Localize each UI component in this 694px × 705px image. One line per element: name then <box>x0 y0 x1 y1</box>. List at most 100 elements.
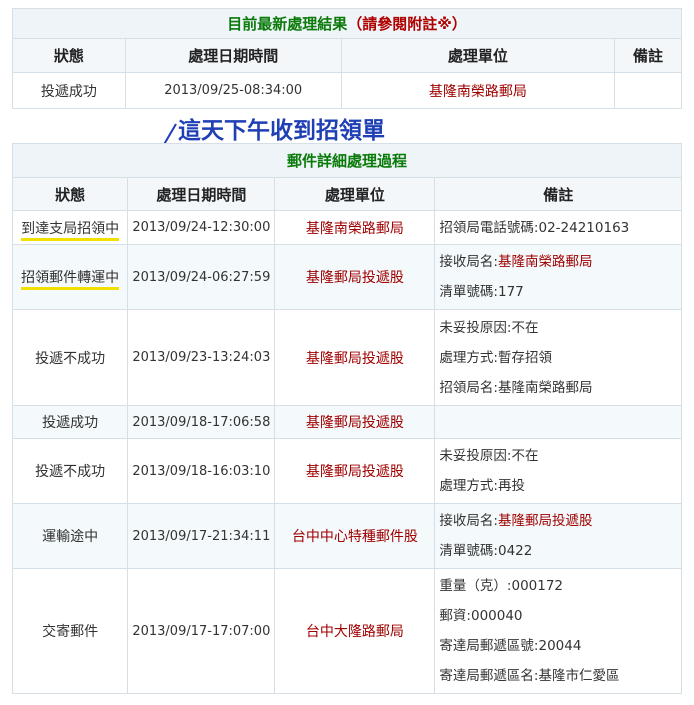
table-row: 交寄郵件 2013/09/17-17:07:00 台中大隆路郵局 重量（克）:0001… <box>11 568 682 694</box>
table-row: 到達支局招領中 2013/09/24-12:30:00 基隆南榮路郵局 招領局電話號碼… <box>11 210 682 245</box>
row-datetime: 2013/09/24-12:30:00 <box>127 210 276 245</box>
table-row: 投遞成功 2013/09/18-17:06:58 基隆郵局投遞股 <box>11 405 682 439</box>
remark-label: 郵資: <box>439 608 471 624</box>
remark-value: 177 <box>497 284 524 300</box>
row-unit: 基隆郵局投遞股 <box>274 405 436 439</box>
annotation-text: 這天下午收到招領單 <box>178 118 385 144</box>
remark-line: 未妥投原因:不在 <box>439 313 677 343</box>
row-remark: 接收局名:基隆南榮路郵局 清單號碼:177 <box>434 244 682 310</box>
remark-label: 未妥投原因: <box>439 448 512 464</box>
row-datetime: 2013/09/18-17:06:58 <box>127 405 276 439</box>
remark-value: 基隆南榮路郵局 <box>497 254 593 270</box>
latest-unit: 基隆南榮路郵局 <box>340 72 616 109</box>
row-unit: 基隆郵局投遞股 <box>274 438 436 504</box>
remark-label: 招領局電話號碼: <box>439 219 539 236</box>
row-unit: 基隆郵局投遞股 <box>274 309 436 406</box>
latest-note-link[interactable]: （請參閱附註※） <box>347 15 467 33</box>
remark-value: 0422 <box>497 543 533 559</box>
status-text: 運輸途中 <box>42 529 99 545</box>
row-datetime: 2013/09/17-21:34:11 <box>127 503 276 569</box>
remark-line: 未妥投原因:不在 <box>439 441 677 471</box>
detail-section-title: 郵件詳細處理過程 <box>12 143 682 178</box>
row-remark: 招領局電話號碼:02-24210163 <box>434 210 682 245</box>
remark-value: 基隆南榮路郵局 <box>497 379 593 396</box>
col-header-status: 狀態 <box>12 38 126 73</box>
latest-status: 投遞成功 <box>12 72 126 109</box>
latest-section-header: 目前最新處理結果（請參閱附註※） <box>12 8 682 39</box>
remark-line: 招領局電話號碼:02-24210163 <box>439 213 677 243</box>
col-header-remark: 備註 <box>434 177 682 211</box>
row-datetime: 2013/09/18-16:03:10 <box>127 438 276 504</box>
col-header-remark: 備註 <box>614 38 682 73</box>
col-header-unit: 處理單位 <box>340 38 616 73</box>
remark-line: 寄達局郵遞區名:基隆市仁愛區 <box>439 661 677 691</box>
table-row: 招領郵件轉運中 2013/09/24-06:27:59 基隆郵局投遞股 接收局名:基隆… <box>11 244 682 310</box>
row-remark: 未妥投原因:不在 處理方式:再投 <box>434 438 682 504</box>
remark-label: 重量（克）: <box>439 578 512 594</box>
col-header-datetime: 處理日期時間 <box>127 177 276 211</box>
table-row: 運輸途中 2013/09/17-21:34:11 台中中心特種郵件股 接收局名:基隆郵… <box>11 503 682 569</box>
remark-value: 000172 <box>511 578 564 594</box>
row-status: 投遞不成功 <box>11 438 129 504</box>
row-datetime: 2013/09/24-06:27:59 <box>127 244 276 310</box>
row-status: 運輸途中 <box>11 503 129 569</box>
status-text: 到達支局招領中 <box>21 220 120 241</box>
latest-section-title: 目前最新處理結果（請參閱附註※） <box>12 8 682 39</box>
latest-title-text: 目前最新處理結果 <box>227 15 348 33</box>
detail-process-table: 郵件詳細處理過程 狀態 處理日期時間 處理單位 備註 到達支局招領中 2013/0… <box>11 143 682 694</box>
status-text: 招領郵件轉運中 <box>21 270 120 290</box>
row-remark: 未妥投原因:不在 處理方式:暫存招領 招領局名:基隆南榮路郵局 <box>434 309 682 406</box>
detail-column-headers: 狀態 處理日期時間 處理單位 備註 <box>11 177 682 211</box>
remark-label: 招領局名: <box>439 379 498 396</box>
remark-label: 寄達局郵遞區名: <box>439 668 539 684</box>
remark-label: 處理方式: <box>439 478 498 494</box>
remark-value: 基隆郵局投遞股 <box>497 513 593 529</box>
detail-rows: 到達支局招領中 2013/09/24-12:30:00 基隆南榮路郵局 招領局電話號碼… <box>11 210 682 694</box>
remark-value: 000040 <box>470 608 523 624</box>
remark-label: 未妥投原因: <box>439 319 512 336</box>
remark-line: 接收局名:基隆南榮路郵局 <box>439 247 677 277</box>
remark-line: 郵資:000040 <box>439 601 677 631</box>
row-unit: 基隆南榮路郵局 <box>274 210 436 245</box>
remark-label: 接收局名: <box>439 254 498 270</box>
detail-section-header: 郵件詳細處理過程 <box>12 143 682 178</box>
row-unit: 台中中心特種郵件股 <box>274 503 436 569</box>
remark-value: 再投 <box>497 478 525 494</box>
row-status: 投遞不成功 <box>11 309 129 406</box>
remark-value: 20044 <box>538 638 582 654</box>
remark-line: 處理方式:再投 <box>439 471 677 501</box>
row-unit: 基隆郵局投遞股 <box>274 244 436 310</box>
remark-label: 接收局名: <box>439 513 498 529</box>
row-status: 招領郵件轉運中 <box>11 244 129 310</box>
row-remark: 接收局名:基隆郵局投遞股 清單號碼:0422 <box>434 503 682 569</box>
latest-remark <box>614 72 682 109</box>
row-unit: 台中大隆路郵局 <box>274 568 436 694</box>
remark-label: 處理方式: <box>439 349 498 366</box>
row-remark <box>434 405 682 439</box>
remark-line: 招領局名:基隆南榮路郵局 <box>439 373 677 403</box>
latest-column-headers: 狀態 處理日期時間 處理單位 備註 <box>12 38 682 73</box>
remark-value: 暫存招領 <box>497 349 552 366</box>
row-remark: 重量（克）:000172 郵資:000040 寄達局郵遞區號:20044 寄達局郵遞區… <box>434 568 682 694</box>
row-status: 投遞成功 <box>11 405 129 439</box>
remark-line: 重量（克）:000172 <box>439 571 677 601</box>
table-row: 投遞不成功 2013/09/23-13:24:03 基隆郵局投遞股 未妥投原因:不在處… <box>11 309 682 406</box>
status-text: 交寄郵件 <box>42 624 99 640</box>
col-header-status: 狀態 <box>11 177 129 211</box>
latest-row: 投遞成功 2013/09/25-08:34:00 基隆南榮路郵局 <box>12 72 682 109</box>
latest-result-table: 目前最新處理結果（請參閱附註※） 狀態 處理日期時間 處理單位 備註 投遞成功 … <box>12 8 682 109</box>
remark-value: 基隆市仁愛區 <box>538 668 620 684</box>
row-datetime: 2013/09/17-17:07:00 <box>127 568 276 694</box>
remark-label: 清單號碼: <box>439 284 498 300</box>
remark-line: 處理方式:暫存招領 <box>439 343 677 373</box>
remark-line: 接收局名:基隆郵局投遞股 <box>439 506 677 536</box>
remark-value: 不在 <box>511 319 539 336</box>
col-header-unit: 處理單位 <box>274 177 436 211</box>
latest-datetime: 2013/09/25-08:34:00 <box>124 72 342 109</box>
status-text: 投遞成功 <box>42 415 99 431</box>
row-status: 交寄郵件 <box>11 568 129 694</box>
col-header-datetime: 處理日期時間 <box>124 38 342 73</box>
remark-label: 寄達局郵遞區號: <box>439 638 539 654</box>
remark-value: 02-24210163 <box>538 219 630 236</box>
remark-line: 清單號碼:177 <box>439 277 677 307</box>
